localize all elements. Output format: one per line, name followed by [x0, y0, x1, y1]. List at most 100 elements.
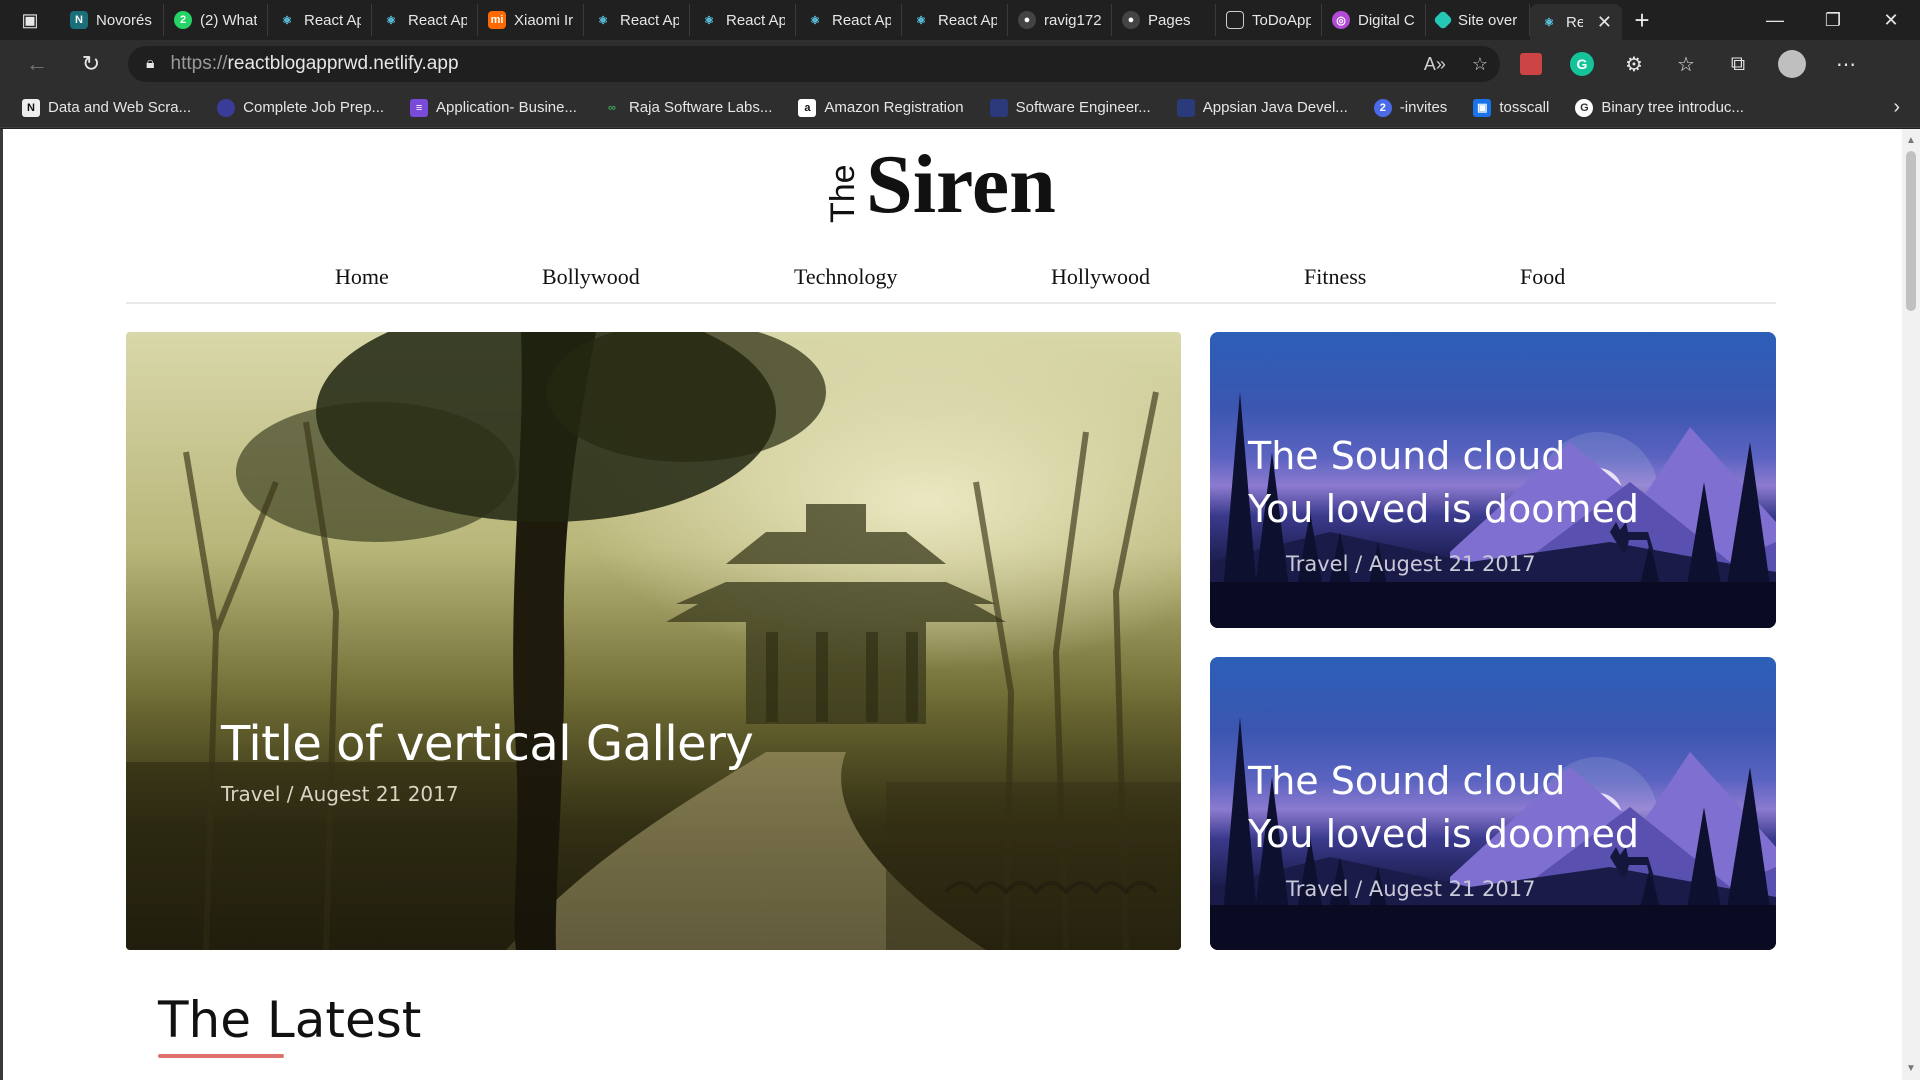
collections-icon[interactable]: ⧉ — [1726, 53, 1750, 76]
side-card-meta: Travel / Augest 21 2017 — [1286, 877, 1536, 901]
page-scrollbar[interactable]: ▲ ▼ — [1902, 129, 1920, 1080]
read-aloud-icon[interactable]: A» — [1424, 54, 1446, 75]
back-arrow-icon[interactable]: ← — [12, 40, 62, 88]
scroll-up-icon[interactable]: ▲ — [1906, 135, 1916, 146]
tab-title: ToDoApp — [1252, 11, 1311, 29]
url-protocol: https:// — [170, 53, 228, 74]
company-icon — [1176, 98, 1195, 117]
new-tab-button[interactable]: + — [1622, 0, 1662, 40]
scrollbar-thumb[interactable] — [1906, 151, 1916, 311]
browser-tab[interactable]: mi Xiaomi Ir — [478, 4, 584, 36]
side-card[interactable]: The Sound cloud You loved is doomed Trav… — [1210, 657, 1776, 950]
bookmark-item[interactable]: N Data and Web Scra... — [22, 98, 192, 117]
url-host: reactblogapprwd.netlify.app — [227, 53, 459, 74]
bookmark-item[interactable]: G Binary tree introduc... — [1575, 98, 1744, 117]
tab-title: Xiaomi Ir — [514, 11, 573, 29]
bookmark-item[interactable]: ∞ Raja Software Labs... — [603, 99, 772, 117]
side-card-title[interactable]: The Sound cloud You loved is doomed — [1248, 430, 1728, 536]
side-card-title-line2: You loved is doomed — [1248, 812, 1640, 856]
lock-icon[interactable]: 🔒︎ — [146, 55, 155, 73]
side-card-title-line2: You loved is doomed — [1248, 487, 1640, 531]
browser-tab[interactable]: ⚛ React Ap — [372, 4, 478, 36]
extensions-icon[interactable]: ⚙ — [1622, 52, 1646, 77]
browser-tab[interactable]: ⚛ React Ap — [268, 4, 372, 36]
tab-title: React Ap — [938, 11, 997, 29]
notion-icon: N — [70, 11, 88, 29]
bookmarks-overflow-icon[interactable]: › — [1893, 96, 1900, 119]
tab-title: Pages — [1148, 11, 1191, 29]
minimize-icon[interactable]: — — [1746, 0, 1804, 40]
bookmark-item[interactable]: ▣ tosscall — [1473, 98, 1550, 117]
side-card-title[interactable]: The Sound cloud You loved is doomed — [1248, 755, 1728, 861]
list-icon: ≡ — [410, 98, 429, 117]
bookmark-label: Amazon Registration — [824, 99, 964, 116]
page-viewport: The Siren Home Bollywood Technology Holl… — [0, 129, 1920, 1080]
tab-actions-icon[interactable]: ▣ — [0, 0, 60, 40]
add-favorite-icon[interactable]: ☆ — [1472, 54, 1488, 75]
moon-icon — [217, 98, 236, 117]
bookmark-item[interactable]: Appsian Java Devel... — [1176, 98, 1348, 117]
tab-title: React Ap — [304, 11, 361, 29]
tab-title: Reac — [1566, 13, 1583, 31]
hero-card[interactable]: Title of vertical Gallery Travel / Auges… — [126, 332, 1181, 950]
favorites-icon[interactable]: ☆ — [1674, 52, 1698, 77]
nav-link-fitness[interactable]: Fitness — [1304, 264, 1366, 290]
react-icon: ⚛ — [704, 14, 714, 27]
browser-tab-bar: ▣ N Novorés 2 (2) What ⚛ React Ap ⚛ Reac… — [0, 0, 1920, 40]
xiaomi-icon: mi — [488, 11, 506, 29]
grammarly-icon[interactable]: G — [1570, 52, 1594, 76]
section-title-latest: The Latest — [158, 991, 422, 1049]
profile-avatar-icon[interactable] — [1778, 50, 1806, 78]
url-text[interactable]: https://reactblogapprwd.netlify.app — [171, 53, 459, 75]
tab-title: ravig172 — [1044, 11, 1101, 29]
browser-tab[interactable]: ToDoApp — [1216, 4, 1322, 36]
bookmark-item[interactable]: Complete Job Prep... — [217, 98, 384, 117]
browser-tab[interactable]: ● ravig172 — [1008, 4, 1112, 36]
tab-title: Site over — [1458, 11, 1518, 29]
browser-tab[interactable]: ⚛ React Ap — [796, 4, 902, 36]
office-extension-icon[interactable] — [1520, 53, 1542, 75]
close-tab-icon[interactable]: ✕ — [1597, 12, 1612, 33]
close-window-icon[interactable]: ✕ — [1862, 0, 1920, 40]
restore-icon[interactable]: ❐ — [1804, 0, 1862, 40]
refresh-icon[interactable]: ↻ — [66, 40, 116, 88]
site-logo[interactable]: The Siren — [824, 143, 1104, 227]
side-card[interactable]: The Sound cloud You loved is doomed Trav… — [1210, 332, 1776, 628]
tab-title: (2) What — [200, 11, 257, 29]
hero-title[interactable]: Title of vertical Gallery — [221, 716, 754, 772]
google-icon: G — [1575, 98, 1594, 117]
browser-tab[interactable]: N Novorés — [60, 4, 164, 36]
more-menu-icon[interactable]: ⋯ — [1834, 52, 1858, 77]
scroll-down-icon[interactable]: ▼ — [1906, 1063, 1916, 1074]
bookmark-item[interactable]: ≡ Application- Busine... — [410, 98, 577, 117]
hero-meta: Travel / Augest 21 2017 — [221, 782, 459, 806]
tab-title: React Ap — [832, 11, 891, 29]
company-icon — [989, 98, 1008, 117]
nav-link-hollywood[interactable]: Hollywood — [1051, 264, 1150, 290]
browser-tab[interactable]: ⚛ React Ap — [584, 4, 690, 36]
browser-tab-active[interactable]: ⚛ Reac ✕ — [1530, 4, 1622, 40]
nav-link-home[interactable]: Home — [335, 264, 389, 290]
browser-tab[interactable]: ◎ Digital C — [1322, 4, 1426, 36]
browser-tab[interactable]: 2 (2) What — [164, 4, 268, 36]
bookmark-item[interactable]: 2 -invites — [1373, 98, 1447, 117]
bookmark-item[interactable]: a Amazon Registration — [798, 98, 964, 117]
browser-tab[interactable]: Site over — [1426, 4, 1530, 36]
address-toolbar: ← ↻ 🔒︎ https://reactblogapprwd.netlify.a… — [0, 40, 1920, 88]
digital-icon: ◎ — [1332, 11, 1350, 29]
bookmark-label: Data and Web Scra... — [48, 99, 192, 116]
nav-link-food[interactable]: Food — [1520, 264, 1565, 290]
react-icon: ⚛ — [386, 14, 396, 27]
bookmark-item[interactable]: Software Engineer... — [989, 98, 1151, 117]
address-bar[interactable]: 🔒︎ https://reactblogapprwd.netlify.app A… — [128, 46, 1500, 82]
nav-link-technology[interactable]: Technology — [794, 264, 898, 290]
nav-link-bollywood[interactable]: Bollywood — [542, 264, 640, 290]
browser-tab[interactable]: ● Pages — [1112, 4, 1216, 36]
bookmark-label: Software Engineer... — [1015, 99, 1151, 116]
react-icon: ⚛ — [1544, 16, 1554, 29]
github-icon: ● — [1122, 11, 1140, 29]
browser-tab[interactable]: ⚛ React Ap — [690, 4, 796, 36]
bookmark-label: tosscall — [1499, 99, 1550, 116]
browser-tab[interactable]: ⚛ React Ap — [902, 4, 1008, 36]
bookmarks-bar: N Data and Web Scra... Complete Job Prep… — [0, 88, 1920, 128]
